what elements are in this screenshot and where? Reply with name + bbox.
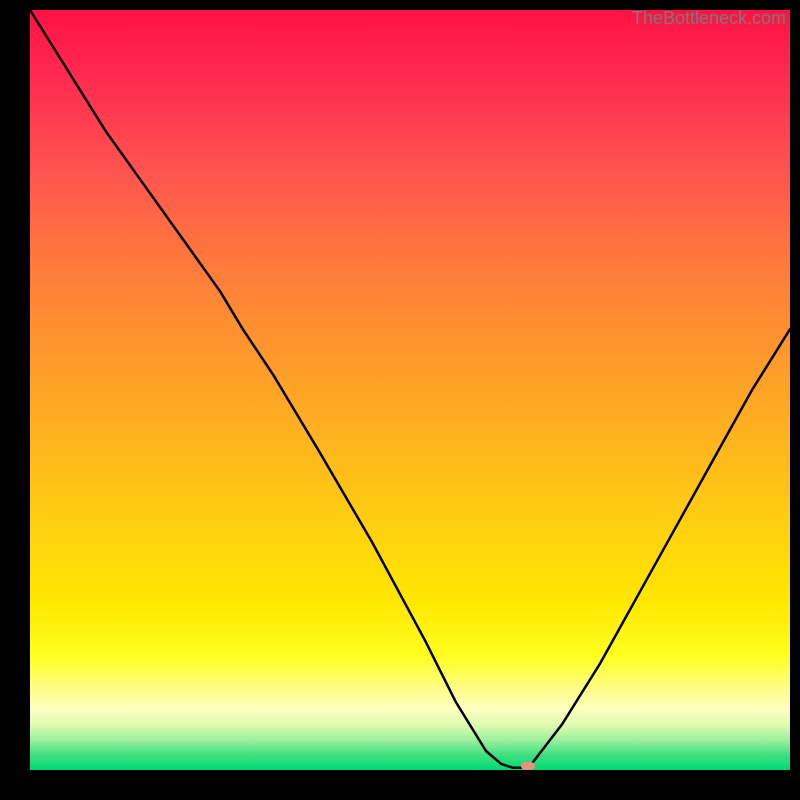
watermark-text: TheBottleneck.com	[632, 8, 786, 29]
bottleneck-chart: TheBottleneck.com	[0, 0, 800, 800]
bottleneck-curve	[30, 10, 790, 770]
optimal-point-marker	[521, 762, 535, 770]
plot-area	[30, 10, 790, 770]
